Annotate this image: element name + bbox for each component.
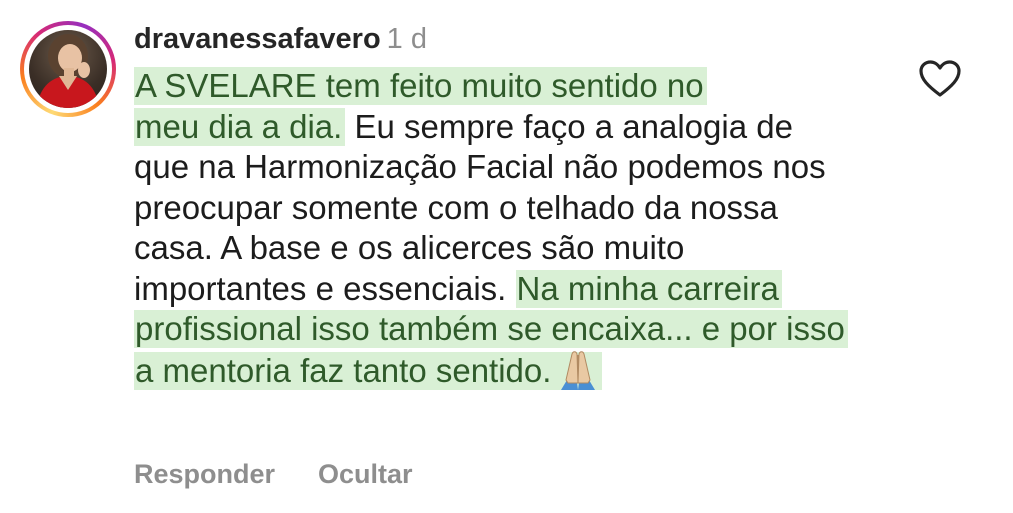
like-button[interactable] bbox=[918, 59, 962, 99]
comment-actions: Responder Ocultar bbox=[134, 456, 413, 492]
avatar[interactable] bbox=[20, 21, 116, 117]
highlighted-text: meu dia a dia. bbox=[134, 107, 346, 146]
reply-button[interactable]: Responder bbox=[134, 456, 275, 492]
username[interactable]: dravanessafavero bbox=[134, 23, 381, 55]
timestamp: 1 d bbox=[386, 23, 427, 55]
heart-outline-icon bbox=[919, 60, 961, 97]
folded-hands-emoji-icon bbox=[561, 350, 596, 390]
comment-header: dravanessafavero 1 d bbox=[134, 20, 427, 58]
comment-text: A SVELARE tem feito muito sentido no meu … bbox=[134, 66, 854, 391]
profile-photo bbox=[29, 30, 107, 108]
hide-button[interactable]: Ocultar bbox=[318, 456, 413, 492]
highlighted-text: A SVELARE tem feito muito sentido no bbox=[134, 67, 707, 105]
avatar-border bbox=[24, 25, 112, 113]
